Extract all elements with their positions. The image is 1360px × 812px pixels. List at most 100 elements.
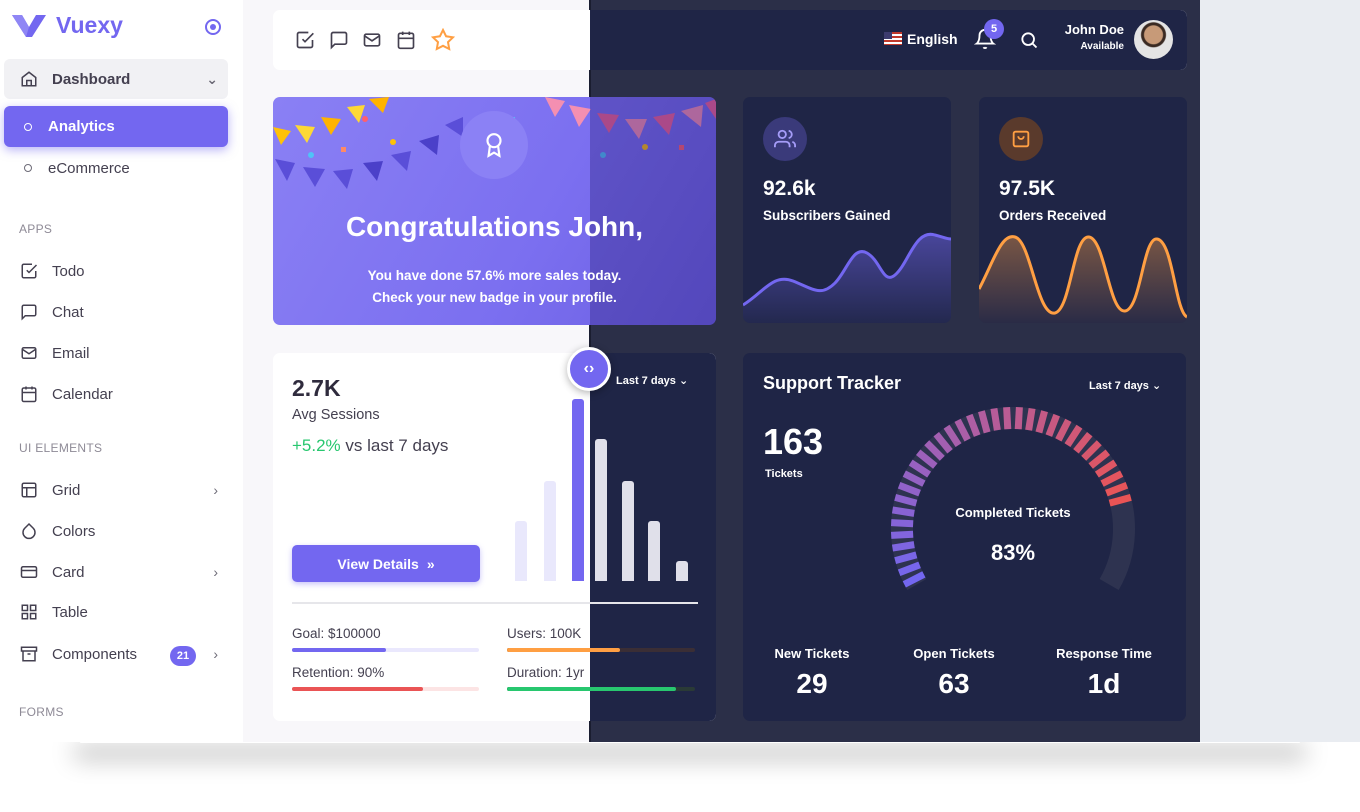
sidebar-item-email[interactable]: Email [4, 333, 228, 373]
us-flag-icon [884, 32, 902, 45]
stat-new-tickets-value: 29 [796, 668, 828, 699]
button-label: View Details [337, 555, 419, 572]
metric-progress [292, 648, 479, 652]
support-total: 163 [763, 421, 824, 462]
sidebar-item-label: Dashboard [52, 70, 131, 88]
message-square-icon[interactable] [329, 30, 349, 50]
brand[interactable]: Vuexy [12, 12, 123, 39]
grid-icon [21, 604, 37, 620]
congrats-text-part: You have done [367, 268, 467, 283]
sidebar-item-label: Card [52, 563, 85, 581]
sidebar-item-calendar[interactable]: Calendar [4, 374, 228, 414]
notification-badge: 5 [984, 19, 1004, 39]
sidebar-item-label: eCommerce [48, 159, 130, 177]
user-name[interactable]: John Doe [1050, 22, 1124, 37]
mail-icon[interactable] [362, 30, 382, 50]
stat-response-time-label: Response Time [1056, 646, 1152, 661]
section-label-apps: APPS [19, 222, 53, 236]
chevron-down-icon: ⌄ [206, 70, 218, 87]
calendar-icon[interactable] [396, 30, 416, 50]
sessions-range-dropdown[interactable]: Last 7 days ⌄ [616, 374, 688, 387]
metric-progress-fill [507, 687, 677, 691]
stat-new-tickets-label: New Tickets [774, 646, 850, 661]
sidebar-item-chat[interactable]: Chat [4, 292, 228, 332]
circle-icon [24, 164, 32, 172]
window-shadow [80, 742, 1300, 743]
gauge-segment [891, 506, 915, 517]
credit-card-icon [20, 566, 38, 578]
metric-users: Users: 100K [507, 626, 582, 641]
sidebar-toggle-icon[interactable] [205, 19, 221, 35]
sidebar-item-grid[interactable]: Grid › [4, 470, 228, 510]
gauge-value: 83% [990, 540, 1036, 565]
subscribers-label: Subscribers Gained [763, 208, 891, 223]
chevron-right-icon: › [213, 646, 218, 662]
chevron-right-icon: › [213, 564, 218, 580]
sidebar-item-card[interactable]: Card › [4, 552, 228, 592]
view-details-button[interactable]: View Details » [292, 545, 480, 582]
avatar[interactable] [1134, 20, 1173, 59]
metric-progress-fill [292, 687, 423, 691]
section-label-ui-elements: UI ELEMENTS [19, 441, 103, 455]
growth-percent: +5.2% [292, 436, 341, 455]
sidebar-item-label: Todo [52, 262, 85, 280]
user-status: Available [1080, 41, 1124, 52]
star-icon[interactable] [431, 28, 455, 52]
users-icon [774, 129, 796, 148]
orders-value: 97.5K [999, 177, 1056, 200]
check-square-icon[interactable] [295, 30, 315, 50]
session-bar [515, 521, 527, 581]
metric-goal: Goal: $100000 [292, 626, 381, 641]
droplet-icon [22, 522, 36, 540]
gauge-segment [990, 407, 1001, 431]
subscribers-value: 92.6k [763, 177, 816, 200]
subscribers-sparkline [743, 232, 951, 323]
search-icon[interactable] [1019, 30, 1039, 50]
congrats-title: Congratulations John, [345, 211, 644, 242]
stat-open-tickets-value: 63 [938, 668, 970, 699]
sidebar-item-dashboard[interactable]: Dashboard ⌄ [4, 59, 228, 99]
award-badge [460, 111, 528, 179]
sidebar-item-label: Analytics [48, 118, 115, 135]
sidebar: Vuexy Dashboard ⌄ Analytics eCommerce AP… [0, 0, 243, 742]
congrats-text-line2: Check your new badge in your profile. [372, 290, 617, 305]
page-background [1200, 0, 1360, 742]
metric-retention: Retention: 90% [292, 665, 385, 680]
congratulations-card: Congratulations John, You have done 57.6… [273, 97, 716, 325]
chevrons-right-icon: » [426, 555, 435, 572]
gauge-segment [891, 541, 915, 552]
chevron-right-icon: › [213, 482, 218, 498]
session-bar [676, 561, 688, 581]
congrats-message: You have done 57.6% more sales today. Ch… [273, 265, 716, 309]
gauge-segment [890, 519, 914, 528]
support-tracker-card: Support Tracker Last 7 days ⌄ 163 Ticket… [743, 353, 1186, 721]
language-selector[interactable]: English [907, 31, 958, 47]
gauge-segment [1025, 407, 1036, 431]
sidebar-item-components[interactable]: Components 21 › [4, 634, 228, 674]
gauge-segment [1014, 406, 1023, 430]
metric-duration: Duration: 1yr [507, 665, 585, 680]
metric-progress [292, 687, 479, 691]
home-icon [21, 71, 37, 87]
sidebar-item-todo[interactable]: Todo [4, 251, 228, 291]
sidebar-item-table[interactable]: Table [4, 592, 228, 632]
sidebar-item-label: Calendar [52, 385, 113, 403]
stat-icon-wrap [763, 117, 807, 161]
metric-progress-fill [507, 648, 620, 652]
session-bar [544, 481, 556, 581]
gauge-segment [1003, 406, 1012, 430]
congrats-highlight: 57.6% [466, 268, 505, 283]
sidebar-item-analytics[interactable]: Analytics [4, 106, 228, 147]
orders-sparkline [979, 235, 1187, 323]
mail-icon [21, 347, 37, 359]
sidebar-item-ecommerce[interactable]: eCommerce [4, 148, 228, 188]
app-window: Vuexy Dashboard ⌄ Analytics eCommerce AP… [0, 0, 1200, 742]
split-view-handle[interactable]: ‹› [567, 347, 611, 391]
sidebar-item-label: Colors [52, 522, 96, 540]
sidebar-item-colors[interactable]: Colors [4, 511, 228, 551]
sessions-value: 2.7K [292, 375, 341, 401]
circle-icon [24, 122, 32, 131]
session-bar [572, 399, 584, 581]
stat-open-tickets-label: Open Tickets [913, 646, 995, 661]
support-total-label: Tickets [765, 468, 803, 480]
